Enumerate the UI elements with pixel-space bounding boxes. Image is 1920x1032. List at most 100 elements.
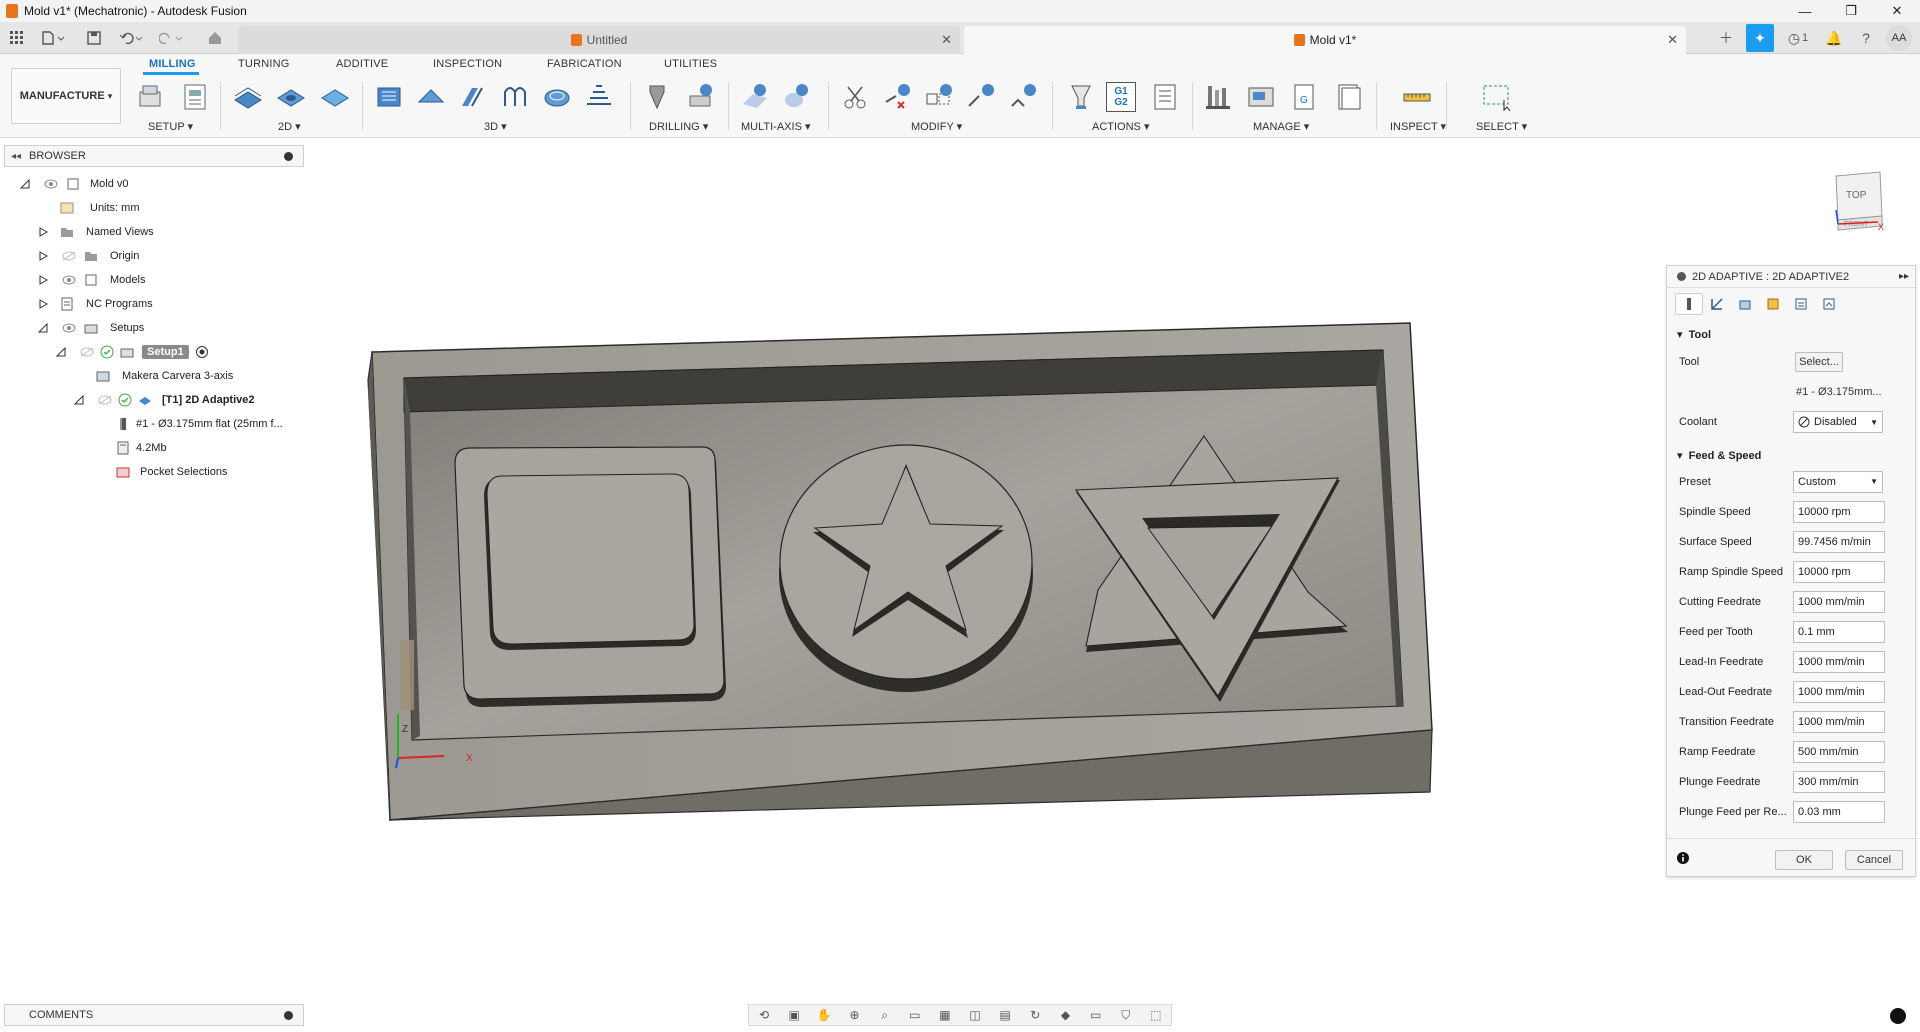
tree-item-operation[interactable]: [T1] 2D Adaptive2 bbox=[74, 390, 255, 410]
display-settings-icon[interactable]: ▭ bbox=[904, 1007, 926, 1023]
cancel-button[interactable]: Cancel bbox=[1845, 850, 1903, 870]
add-comment-icon[interactable] bbox=[284, 1010, 293, 1020]
workspace-switcher[interactable]: MANUFACTURE ▾ bbox=[11, 68, 121, 124]
collapse-panel-icon[interactable]: ◂◂ bbox=[11, 151, 21, 162]
simulate-icon[interactable] bbox=[1066, 82, 1096, 112]
post-library-icon[interactable]: G bbox=[1290, 82, 1320, 112]
new-setup-icon[interactable] bbox=[136, 82, 166, 112]
tree-item-root[interactable]: Mold v0 bbox=[20, 174, 129, 194]
2d-pocket-icon[interactable] bbox=[276, 82, 306, 112]
post-process-g1g2-icon[interactable]: G1 G2 bbox=[1106, 82, 1136, 112]
tree-item-origin[interactable]: Origin bbox=[38, 246, 139, 266]
edit-notes-icon[interactable] bbox=[1008, 82, 1038, 112]
expand-triangle-icon[interactable] bbox=[38, 227, 48, 237]
notifications-bell-icon[interactable]: 🔔 bbox=[1818, 22, 1850, 54]
tab-linking-icon[interactable] bbox=[1787, 293, 1815, 315]
scissors-icon[interactable] bbox=[840, 82, 870, 112]
tree-item-named-views[interactable]: Named Views bbox=[38, 222, 154, 242]
feedback-icon[interactable] bbox=[1890, 1008, 1906, 1024]
parallel-icon[interactable] bbox=[584, 82, 614, 112]
tab-mold-v1[interactable]: Mold v1* ✕ bbox=[964, 26, 1686, 54]
group-label-2d[interactable]: 2D ▾ bbox=[278, 120, 301, 133]
group-label-multi-axis[interactable]: MULTI-AXIS ▾ bbox=[741, 120, 811, 133]
circle-star-boss[interactable] bbox=[779, 444, 1033, 692]
swarf-icon[interactable] bbox=[740, 82, 770, 112]
tree-item-setups[interactable]: Setups bbox=[38, 318, 144, 338]
scallop-icon[interactable] bbox=[542, 82, 572, 112]
drill-icon[interactable] bbox=[642, 82, 672, 112]
tab-inspection[interactable]: INSPECTION bbox=[433, 58, 502, 70]
ramp-feedrate-field[interactable]: 500 mm/min bbox=[1793, 741, 1885, 763]
fit-icon[interactable]: ⌕ bbox=[874, 1007, 896, 1023]
orbit-icon[interactable]: ⟲ bbox=[753, 1007, 775, 1023]
help-icon[interactable]: ? bbox=[1850, 22, 1882, 54]
steep-shallow-icon[interactable] bbox=[458, 82, 488, 112]
cutting-feedrate-field[interactable]: 1000 mm/min bbox=[1793, 591, 1885, 613]
grid-settings-icon[interactable]: ▦ bbox=[934, 1007, 956, 1023]
measure-icon[interactable] bbox=[1402, 82, 1432, 112]
activate-target-icon[interactable] bbox=[195, 345, 209, 359]
stock-display-icon[interactable]: ◆ bbox=[1054, 1007, 1076, 1023]
3d-viewport[interactable]: Z X bbox=[310, 140, 1660, 1010]
close-tab-icon[interactable]: ✕ bbox=[1667, 32, 1678, 48]
plunge-feedrate-field[interactable]: 300 mm/min bbox=[1793, 771, 1885, 793]
filter-icon[interactable]: ⛉ bbox=[1115, 1007, 1137, 1023]
pin-panel-icon[interactable] bbox=[284, 151, 293, 161]
3d-pocket-icon[interactable] bbox=[416, 82, 446, 112]
contour-icon[interactable] bbox=[500, 82, 530, 112]
tree-item-machine[interactable]: Makera Carvera 3-axis bbox=[96, 366, 233, 386]
ok-button[interactable]: OK bbox=[1775, 850, 1833, 870]
section-analysis-icon[interactable]: ▤ bbox=[994, 1007, 1016, 1023]
pan-hand-icon[interactable]: ✋ bbox=[813, 1007, 835, 1023]
refresh-icon[interactable]: ↻ bbox=[1024, 1007, 1046, 1023]
tab-passes-icon[interactable] bbox=[1759, 293, 1787, 315]
tab-post-icon[interactable] bbox=[1815, 293, 1843, 315]
tab-additive[interactable]: ADDITIVE bbox=[336, 58, 388, 70]
group-label-actions[interactable]: ACTIONS ▾ bbox=[1092, 120, 1150, 133]
pattern-icon[interactable] bbox=[924, 82, 954, 112]
visibility-eye-icon[interactable] bbox=[62, 275, 76, 285]
hidden-eye-icon[interactable] bbox=[80, 347, 94, 357]
preset-select[interactable]: Custom ▼ bbox=[1793, 471, 1883, 493]
group-label-3d[interactable]: 3D ▾ bbox=[484, 120, 507, 133]
tool-library-icon[interactable] bbox=[1204, 82, 1234, 112]
machine-display-icon[interactable]: ⬚ bbox=[1145, 1007, 1167, 1023]
tree-item-units[interactable]: Units: mm bbox=[60, 198, 140, 218]
app-grid-icon[interactable] bbox=[6, 22, 28, 54]
tree-item-tool[interactable]: #1 - Ø3.175mm flat (25mm f... bbox=[116, 414, 283, 434]
collapse-triangle-icon[interactable] bbox=[20, 179, 30, 189]
collapse-triangle-icon[interactable] bbox=[56, 347, 66, 357]
3d-adaptive-icon[interactable] bbox=[374, 82, 404, 112]
machine-library-icon[interactable] bbox=[1246, 82, 1276, 112]
tree-item-nc-programs[interactable]: NC Programs bbox=[38, 294, 153, 314]
tab-heights-icon[interactable] bbox=[1731, 293, 1759, 315]
tree-item-pocket-selections[interactable]: Pocket Selections bbox=[116, 462, 227, 482]
viewcube-top-label[interactable]: TOP bbox=[1846, 190, 1867, 201]
tree-item-models[interactable]: Models bbox=[38, 270, 145, 290]
job-status-icon[interactable]: ◷ 1 bbox=[1778, 22, 1818, 54]
select-window-icon[interactable] bbox=[1482, 82, 1512, 112]
expand-dialog-icon[interactable]: ▸▸ bbox=[1899, 271, 1909, 282]
comments-panel[interactable]: COMMENTS bbox=[4, 1004, 304, 1026]
setup-sheet-list-icon[interactable] bbox=[1150, 82, 1180, 112]
tab-geometry-icon[interactable] bbox=[1703, 293, 1731, 315]
visibility-eye-icon[interactable] bbox=[44, 179, 58, 189]
expand-triangle-icon[interactable] bbox=[38, 251, 48, 261]
2d-adaptive-icon[interactable] bbox=[233, 82, 263, 112]
ramp-spindle-speed-field[interactable]: 10000 rpm bbox=[1793, 561, 1885, 583]
group-label-select[interactable]: SELECT ▾ bbox=[1476, 120, 1527, 133]
coolant-select[interactable]: Disabled ▼ bbox=[1793, 411, 1883, 433]
redo-icon[interactable] bbox=[156, 22, 186, 54]
home-icon[interactable] bbox=[204, 22, 226, 54]
visibility-eye-icon[interactable] bbox=[62, 323, 76, 333]
tab-milling[interactable]: MILLING bbox=[149, 58, 196, 70]
hole-recognition-icon[interactable] bbox=[686, 82, 716, 112]
group-label-drilling[interactable]: DRILLING ▾ bbox=[649, 120, 708, 133]
viewports-icon[interactable]: ◫ bbox=[964, 1007, 986, 1023]
close-window-button[interactable]: ✕ bbox=[1874, 0, 1920, 22]
maximize-button[interactable]: ❐ bbox=[1828, 0, 1874, 22]
trim-icon[interactable] bbox=[966, 82, 996, 112]
save-icon[interactable] bbox=[84, 22, 104, 54]
zoom-icon[interactable]: ⊕ bbox=[843, 1007, 865, 1023]
collapse-triangle-icon[interactable] bbox=[38, 323, 48, 333]
